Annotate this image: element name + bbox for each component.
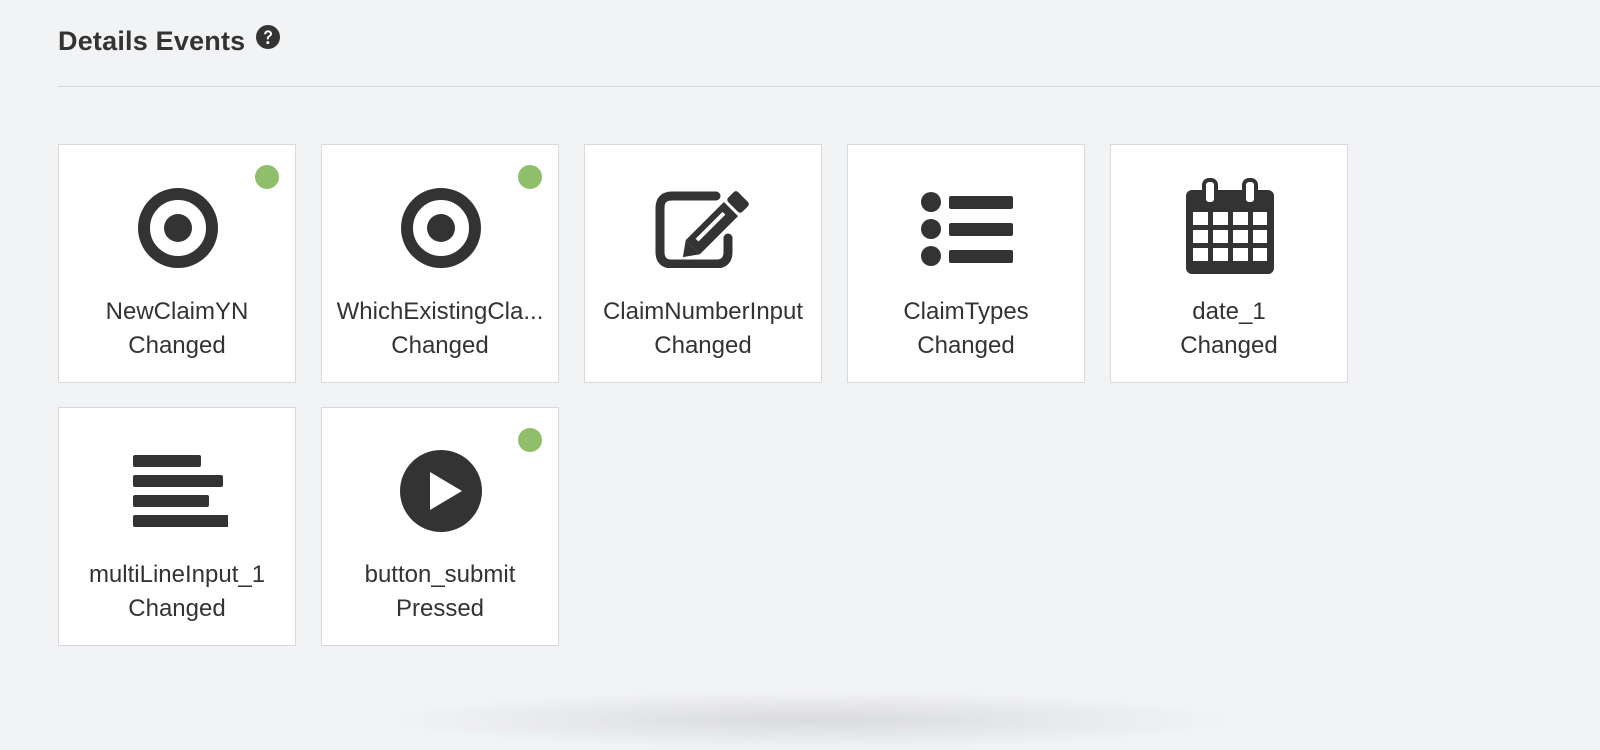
event-name: ClaimNumberInput (602, 298, 804, 325)
event-name: NewClaimYN (105, 298, 249, 325)
event-tile[interactable]: WhichExistingCla... Changed (321, 144, 559, 383)
event-action: Changed (128, 332, 226, 359)
play-button-icon (391, 441, 491, 541)
event-name: ClaimTypes (903, 298, 1029, 325)
event-label: multiLineInput_1 Changed (67, 558, 287, 626)
event-action: Changed (391, 332, 489, 359)
edit-icon (654, 178, 754, 278)
event-action: Changed (917, 332, 1015, 359)
calendar-icon (1180, 178, 1280, 278)
event-label: button_submit Pressed (330, 558, 550, 626)
event-tile[interactable]: ClaimNumberInput Changed (584, 144, 822, 383)
event-label: ClaimTypes Changed (856, 295, 1076, 363)
page-title: Details Events (58, 26, 246, 56)
event-name: date_1 (1192, 298, 1266, 325)
event-action: Changed (654, 332, 752, 359)
event-tile[interactable]: date_1 Changed (1110, 144, 1348, 383)
event-tile[interactable]: multiLineInput_1 Changed (58, 407, 296, 646)
event-label: ClaimNumberInput Changed (593, 295, 813, 363)
event-action: Pressed (395, 595, 485, 622)
radio-button-icon (128, 178, 228, 278)
event-label: NewClaimYN Changed (67, 295, 287, 363)
event-label: date_1 Changed (1119, 295, 1339, 363)
event-name: WhichExistingCla... (336, 298, 544, 325)
active-status-dot (255, 165, 279, 189)
event-tile[interactable]: button_submit Pressed (321, 407, 559, 646)
event-name: button_submit (364, 561, 516, 588)
active-status-dot (518, 428, 542, 452)
section-header: Details Events (58, 24, 281, 57)
list-icon (917, 178, 1017, 278)
event-tile[interactable]: NewClaimYN Changed (58, 144, 296, 383)
event-action: Changed (1180, 332, 1278, 359)
bottom-shadow (380, 690, 1240, 750)
event-tile[interactable]: ClaimTypes Changed (847, 144, 1085, 383)
event-label: WhichExistingCla... Changed (330, 295, 550, 363)
active-status-dot (518, 165, 542, 189)
header-divider (58, 86, 1600, 87)
question-circle-icon[interactable] (255, 24, 281, 50)
multiline-text-icon (128, 441, 228, 541)
event-name: multiLineInput_1 (88, 561, 266, 588)
radio-button-icon (391, 178, 491, 278)
event-action: Changed (128, 595, 226, 622)
